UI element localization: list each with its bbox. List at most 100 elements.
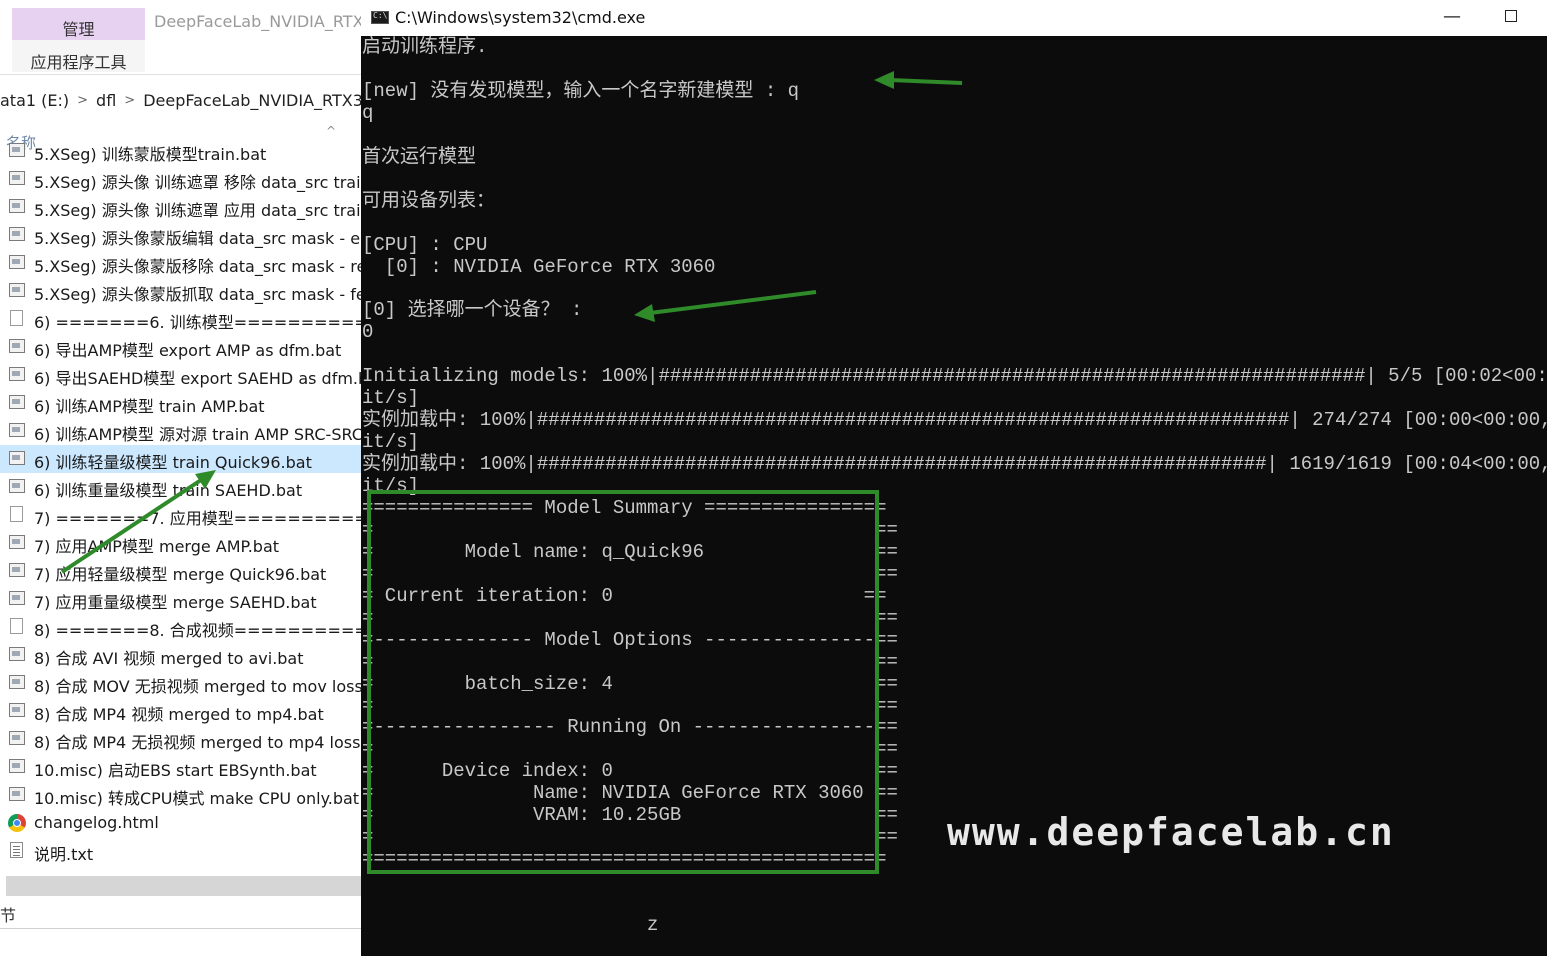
bat-file-icon — [9, 395, 25, 409]
bat-file-icon — [9, 675, 25, 689]
file-name: 说明.txt — [34, 845, 94, 864]
file-list: 5.XSeg) 训练蒙版模型train.bat 5.XSeg) 源头像 训练遮罩 … — [0, 137, 362, 867]
file-list-item[interactable]: 7) 应用轻量级模型 merge Quick96.bat — [0, 557, 362, 585]
console-line: Initializing models: 100%|##############… — [362, 365, 1547, 388]
console-line: it/s] — [362, 431, 420, 454]
breadcrumb-deepfacelab[interactable]: DeepFaceLab_NVIDIA_RTX300 — [143, 91, 362, 110]
chrome-icon — [8, 814, 26, 832]
bat-file-icon — [9, 171, 25, 185]
console-line: q — [362, 101, 374, 124]
file-name: 5.XSeg) 训练蒙版模型train.bat — [34, 145, 267, 164]
file-name: changelog.html — [34, 813, 159, 832]
chevron-right-icon: > — [77, 92, 89, 108]
blank-file-icon — [10, 506, 23, 522]
file-list-item[interactable]: 5.XSeg) 源头像 训练遮罩 移除 data_src traine — [0, 165, 362, 193]
file-name: 8) 合成 MP4 无损视频 merged to mp4 lossle — [34, 733, 362, 752]
file-name: 6) 导出AMP模型 export AMP as dfm.bat — [34, 341, 342, 360]
file-name: 6) 训练AMP模型 源对源 train AMP SRC-SRC — [34, 425, 362, 444]
file-name: 6) 训练重量级模型 train SAEHD.bat — [34, 481, 303, 500]
file-name: 10.misc) 转成CPU模式 make CPU only.bat — [34, 789, 360, 808]
sort-up-icon: ^ — [326, 124, 337, 138]
ribbon-tab-manage-label: 管理 — [62, 20, 95, 39]
model-summary-highlight-box — [367, 490, 879, 874]
file-name: 5.XSeg) 源头像蒙版抓取 data_src mask - fetc — [34, 285, 362, 304]
file-list-item[interactable]: 8) 合成 MP4 无损视频 merged to mp4 lossle — [0, 725, 362, 753]
ribbon-tab-app-tools[interactable]: 应用程序工具 — [12, 40, 145, 72]
bat-file-icon — [9, 367, 25, 381]
file-name: 10.misc) 启动EBS start EBSynth.bat — [34, 761, 317, 780]
file-list-item[interactable]: 6) 训练AMP模型 train AMP.bat — [0, 389, 362, 417]
cmd-titlebar[interactable]: C:\Windows\system32\cmd.exe — — [361, 0, 1547, 36]
file-list-item[interactable]: 6) =======6. 训练模型============ — [0, 305, 362, 333]
file-list-item[interactable]: 8) =======8. 合成视频============ — [0, 613, 362, 641]
bat-file-icon — [9, 339, 25, 353]
file-list-item[interactable]: 6) 导出SAEHD模型 export SAEHD as dfm.ba — [0, 361, 362, 389]
file-name: 5.XSeg) 源头像 训练遮罩 移除 data_src traine — [34, 173, 362, 192]
breadcrumb-dfl[interactable]: dfl — [96, 91, 116, 110]
maximize-icon[interactable] — [1505, 10, 1517, 22]
console-line: 0 — [362, 321, 374, 344]
bat-file-icon — [9, 451, 25, 465]
ribbon-tab-manage[interactable]: 管理 — [12, 8, 145, 40]
file-list-item[interactable]: 8) 合成 MOV 无损视频 merged to mov lossle — [0, 669, 362, 697]
address-bar[interactable]: ata1 (E:) > dfl > DeepFaceLab_NVIDIA_RTX… — [0, 84, 362, 116]
console-line: z — [362, 914, 659, 936]
status-bar-text: 节 — [0, 906, 17, 925]
file-explorer-window: 管理 应用程序工具 DeepFaceLab_NVIDIA_RTX3 ata1 (… — [0, 0, 362, 956]
console-line: [CPU] : CPU — [362, 233, 488, 256]
file-name: 6) 训练AMP模型 train AMP.bat — [34, 397, 265, 416]
cmd-icon — [371, 11, 389, 24]
file-list-item[interactable]: 5.XSeg) 源头像蒙版移除 data_src mask - rem — [0, 249, 362, 277]
file-list-item[interactable]: 5.XSeg) 源头像 训练遮罩 应用 data_src traine — [0, 193, 362, 221]
console-line: [new] 没有发现模型，输入一个名字新建模型 : q — [362, 79, 800, 102]
file-list-item[interactable]: 说明.txt — [0, 837, 362, 865]
bat-file-icon — [9, 731, 25, 745]
bat-file-icon — [9, 479, 25, 493]
file-name: 7) =======7. 应用模型============ — [34, 509, 362, 528]
minimize-icon[interactable]: — — [1443, 6, 1461, 27]
file-list-item[interactable]: 6) 训练轻量级模型 train Quick96.bat — [0, 445, 362, 473]
file-list-item[interactable]: 5.XSeg) 源头像蒙版编辑 data_src mask - edit — [0, 221, 362, 249]
horizontal-scrollbar[interactable] — [6, 876, 362, 896]
text-file-icon — [10, 842, 23, 858]
bat-file-icon — [9, 703, 25, 717]
console-line: [0] 选择哪一个设备？ : — [362, 299, 583, 322]
ribbon-divider — [0, 74, 362, 75]
file-list-item[interactable]: 5.XSeg) 训练蒙版模型train.bat — [0, 137, 362, 165]
file-list-item[interactable]: 8) 合成 AVI 视频 merged to avi.bat — [0, 641, 362, 669]
file-list-item[interactable]: 7) 应用重量级模型 merge SAEHD.bat — [0, 585, 362, 613]
file-list-item[interactable]: 5.XSeg) 源头像蒙版抓取 data_src mask - fetc — [0, 277, 362, 305]
file-name: 7) 应用轻量级模型 merge Quick96.bat — [34, 565, 327, 584]
bat-file-icon — [9, 787, 25, 801]
file-name: 6) =======6. 训练模型============ — [34, 313, 362, 332]
file-list-item[interactable]: 7) =======7. 应用模型============ — [0, 501, 362, 529]
file-list-item[interactable]: changelog.html — [0, 809, 362, 837]
bat-file-icon — [9, 255, 25, 269]
console-line: 实例加载中: 100%|############################… — [362, 409, 1547, 432]
file-name: 6) 导出SAEHD模型 export SAEHD as dfm.ba — [34, 369, 362, 388]
file-list-item[interactable]: 10.misc) 启动EBS start EBSynth.bat — [0, 753, 362, 781]
file-name: 8) =======8. 合成视频============ — [34, 621, 362, 640]
file-list-item[interactable]: 6) 训练重量级模型 train SAEHD.bat — [0, 473, 362, 501]
bat-file-icon — [9, 423, 25, 437]
file-name: 7) 应用AMP模型 merge AMP.bat — [34, 537, 280, 556]
console-line: 实例加载中: 100%|############################… — [362, 453, 1547, 476]
bat-file-icon — [9, 143, 25, 157]
file-name: 8) 合成 AVI 视频 merged to avi.bat — [34, 649, 304, 668]
file-name: 5.XSeg) 源头像 训练遮罩 应用 data_src traine — [34, 201, 362, 220]
breadcrumb-drive[interactable]: ata1 (E:) — [0, 91, 69, 110]
file-name: 6) 训练轻量级模型 train Quick96.bat — [34, 453, 312, 472]
blank-file-icon — [10, 310, 23, 326]
file-list-item[interactable]: 7) 应用AMP模型 merge AMP.bat — [0, 529, 362, 557]
bat-file-icon — [9, 647, 25, 661]
file-name: 7) 应用重量级模型 merge SAEHD.bat — [34, 593, 317, 612]
file-list-item[interactable]: 6) 导出AMP模型 export AMP as dfm.bat — [0, 333, 362, 361]
explorer-window-title: DeepFaceLab_NVIDIA_RTX3 — [154, 12, 362, 31]
file-list-item[interactable]: 8) 合成 MP4 视频 merged to mp4.bat — [0, 697, 362, 725]
bat-file-icon — [9, 591, 25, 605]
ribbon-tab-app-tools-label: 应用程序工具 — [30, 53, 127, 72]
console-line: 首次运行模型 — [362, 145, 477, 168]
bat-file-icon — [9, 563, 25, 577]
file-list-item[interactable]: 10.misc) 转成CPU模式 make CPU only.bat — [0, 781, 362, 809]
file-list-item[interactable]: 6) 训练AMP模型 源对源 train AMP SRC-SRC — [0, 417, 362, 445]
